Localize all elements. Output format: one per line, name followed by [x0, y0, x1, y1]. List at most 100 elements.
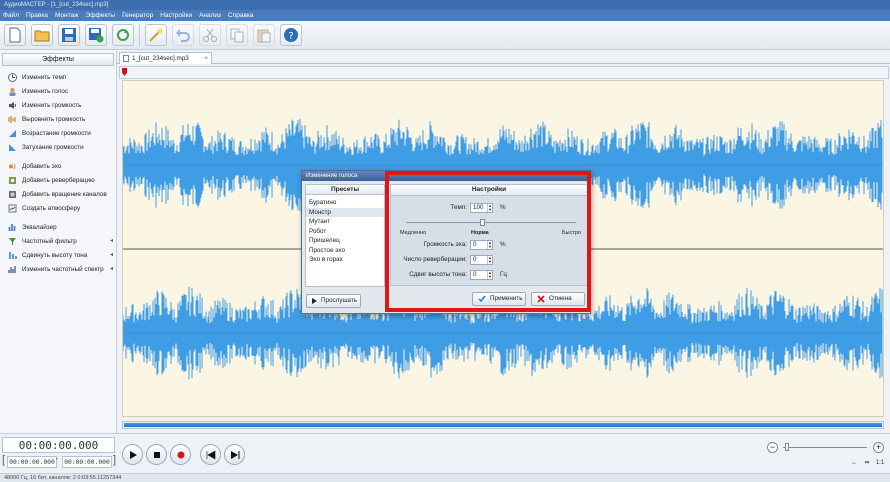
save-button[interactable]	[58, 24, 80, 46]
expand-arrow-icon[interactable]: ◂	[110, 265, 113, 272]
rewind-button[interactable]	[200, 444, 221, 465]
save-as-icon	[89, 28, 104, 43]
selection-start-field[interactable]: 00:00:00.000	[7, 456, 57, 468]
tempo-label: Темп:	[450, 204, 467, 211]
expand-arrow-icon[interactable]: ◂	[110, 251, 113, 258]
apply-button[interactable]: Применить	[472, 292, 526, 306]
sidebar-item-normalize[interactable]: Выровнять громкость	[0, 112, 116, 126]
sidebar-item-reverb[interactable]: Добавить реверберацию	[0, 173, 116, 187]
tab-close-icon[interactable]: ×	[204, 53, 208, 64]
help-button[interactable]: ?	[280, 24, 302, 46]
sidebar-item-label: Изменить громкость	[22, 101, 82, 109]
tempo-slider-handle[interactable]	[480, 219, 485, 226]
zoom-in-button[interactable]: +	[873, 442, 884, 453]
sidebar-item-atmosphere[interactable]: Создать атмосферу	[0, 201, 116, 215]
sidebar-item-voice[interactable]: Изменить голос	[0, 84, 116, 98]
sidebar-item-echo[interactable]: Добавить эхо	[0, 159, 116, 173]
sidebar-item-label: Эквалайзер	[22, 223, 57, 231]
record-button[interactable]	[170, 444, 191, 465]
open-button[interactable]	[31, 24, 53, 46]
filter-icon	[9, 237, 16, 245]
sidebar-item-fade-in[interactable]: Возрастание громкости	[0, 126, 116, 140]
tempo-slider[interactable]	[406, 222, 576, 223]
voice-change-dialog: Изменение голоса Пресеты Буратино Монстр…	[301, 170, 591, 314]
save-as-button[interactable]	[85, 24, 107, 46]
sidebar-item-pitch[interactable]: Сдвинуть высоту тона ◂	[0, 248, 116, 262]
zoom-out-button[interactable]: −	[767, 442, 778, 453]
selection-end-field[interactable]: 00:00:00.000	[62, 456, 112, 468]
scrollbar-thumb[interactable]	[124, 423, 882, 427]
spin-arrows-icon[interactable]: ▲ ▼	[487, 271, 492, 279]
cut-icon	[203, 28, 217, 42]
cancel-button[interactable]: Отмена	[531, 292, 585, 306]
menu-effects[interactable]: Эффекты	[86, 10, 116, 21]
menu-generator[interactable]: Генератор	[122, 10, 153, 21]
tab-file[interactable]: 1_[cut_234sec].mp3 ×	[119, 52, 212, 64]
preset-item[interactable]: Пришелец	[306, 236, 384, 246]
sidebar-item-filter[interactable]: Частотный фильтр ◂	[0, 234, 116, 248]
effect-button[interactable]	[145, 24, 167, 46]
new-file-button[interactable]	[4, 24, 26, 46]
horizontal-scrollbar[interactable]	[122, 421, 884, 429]
zoom-fit-width-icon[interactable]: ↔	[849, 459, 859, 468]
sidebar-item-tempo[interactable]: Изменить темп	[0, 70, 116, 84]
copy-button[interactable]	[226, 24, 248, 46]
paste-button[interactable]	[253, 24, 275, 46]
close-icon	[537, 295, 545, 303]
refresh-icon	[117, 29, 129, 41]
timeline-ruler[interactable]	[119, 66, 889, 79]
zoom-slider[interactable]	[783, 447, 867, 448]
menu-settings[interactable]: Настройки	[160, 10, 192, 21]
preset-item-selected[interactable]: Монстр	[306, 207, 384, 217]
reverb-icon	[9, 176, 16, 184]
stop-button[interactable]	[146, 444, 167, 465]
slider-slow-label: Медленно	[400, 230, 427, 236]
zoom-selection-icon[interactable]: ⇹	[862, 459, 872, 468]
menu-edit[interactable]: Правка	[26, 10, 48, 21]
preset-item[interactable]: Буратино	[306, 198, 384, 208]
menu-montage[interactable]: Монтаж	[55, 10, 79, 21]
zoom-reset-button[interactable]: 1:1	[875, 459, 885, 468]
preset-item[interactable]: Простое эхо	[306, 246, 384, 256]
dialog-title: Изменение голоса	[302, 171, 590, 181]
cancel-label: Отмена	[549, 295, 572, 302]
listen-button[interactable]: Прослушать	[306, 294, 361, 308]
refresh-button[interactable]	[112, 24, 134, 46]
sidebar-item-spectrum[interactable]: Изменить частотный спектр ◂	[0, 262, 116, 276]
stop-icon	[153, 451, 160, 458]
transport-panel: 00:00:00.000 [ 00:00:00.000 - 00:00:00.0…	[0, 433, 890, 473]
sidebar-item-rotate-channels[interactable]: Добавить вращение каналов	[0, 187, 116, 201]
effects-sidebar: Эффекты Изменить темп Изменить голос Изм…	[0, 51, 117, 433]
menu-help[interactable]: Справка	[228, 10, 254, 21]
fast-forward-button[interactable]	[224, 444, 245, 465]
pitch-shift-input[interactable]: 0 ▲ ▼	[470, 270, 493, 280]
spin-arrows-icon[interactable]: ▲ ▼	[487, 241, 492, 249]
sidebar-item-volume[interactable]: Изменить громкость	[0, 98, 116, 112]
effect-icon	[149, 28, 163, 42]
preset-item[interactable]: Мутант	[306, 217, 384, 227]
spin-arrows-icon[interactable]: ▲ ▼	[487, 204, 492, 212]
expand-arrow-icon[interactable]: ◂	[110, 237, 113, 244]
presets-title: Пресеты	[305, 184, 385, 195]
cut-button[interactable]	[199, 24, 221, 46]
echo-volume-input[interactable]: 0 ▲ ▼	[470, 240, 493, 250]
preset-item[interactable]: Эхо в горах	[306, 255, 384, 265]
listen-label: Прослушать	[321, 297, 358, 304]
undo-button[interactable]	[172, 24, 194, 46]
menu-analysis[interactable]: Анализ	[199, 10, 221, 21]
play-button[interactable]	[122, 444, 143, 465]
menu-file[interactable]: Файл	[3, 10, 19, 21]
playhead-marker[interactable]	[122, 68, 127, 76]
tempo-input[interactable]: 100 ▲ ▼	[470, 203, 493, 213]
tempo-unit: %	[500, 204, 506, 211]
zoom-control: − +	[767, 442, 887, 456]
preset-item[interactable]: Робот	[306, 227, 384, 237]
zoom-slider-handle[interactable]	[785, 443, 789, 451]
reverb-count-input[interactable]: 0 ▲ ▼	[470, 255, 493, 265]
rotate-channels-icon	[9, 190, 16, 198]
sidebar-item-fade-out[interactable]: Затухание громкости	[0, 140, 116, 154]
sidebar-title[interactable]: Эффекты	[2, 53, 114, 66]
fade-out-icon	[9, 143, 16, 151]
spin-arrows-icon[interactable]: ▲ ▼	[487, 256, 492, 264]
sidebar-item-equalizer[interactable]: Эквалайзер	[0, 220, 116, 234]
